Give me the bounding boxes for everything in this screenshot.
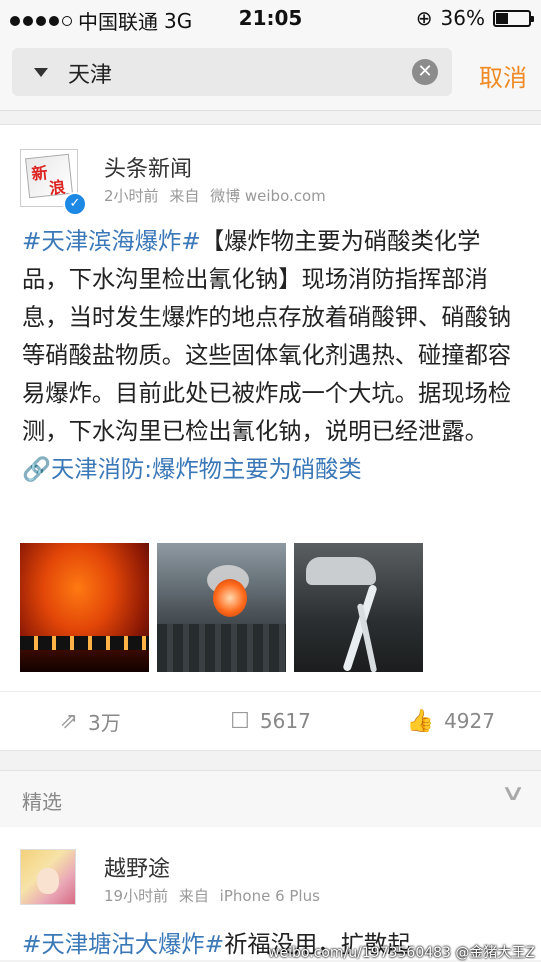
post-text: #天津滨海爆炸#【爆炸物主要为硝酸类化学品，下水沟里检出氰化钠】现场消防指挥部消… [22,223,522,489]
link-icon: 🔗 [22,456,52,483]
status-bar: 中国联通 3G 21:05 ⊕ 36% [0,0,541,36]
comment-button[interactable]: ☐ 5617 [180,692,360,750]
post-source: iPhone 6 Plus [219,887,320,905]
comment-icon: ☐ [230,708,250,734]
article-link[interactable]: 天津消防:爆炸物主要为硝酸类 [51,456,362,483]
search-input[interactable]: 天津 ✕ [12,48,452,96]
post-meta: 19小时前 来自 iPhone 6 Plus [104,885,326,906]
hashtag-link[interactable]: #天津塘沽大爆炸# [22,931,224,958]
fire-night-photo[interactable] [20,543,149,672]
repost-icon: ⇗ [59,708,79,734]
search-type-dropdown-icon[interactable] [34,68,48,77]
explosion-smoke-photo[interactable] [157,543,286,672]
chevron-down-icon[interactable]: ∨ [500,781,526,806]
repost-count: 3万 [88,710,121,735]
cracked-ground-photo[interactable] [294,543,423,672]
avatar[interactable] [20,849,76,905]
hashtag-link[interactable]: #天津滨海爆炸# [22,228,201,255]
post-meta: 2小时前 来自 微博 weibo.com [104,185,332,206]
verified-badge-icon: ✓ [63,192,87,216]
post-time: 2小时前 [104,187,159,205]
search-query[interactable]: 天津 [68,57,112,89]
battery-icon [493,9,534,27]
image-grid [20,543,423,672]
clear-icon[interactable]: ✕ [412,59,438,85]
like-count: 4927 [444,709,495,733]
like-button[interactable]: 👍 4927 [361,692,541,750]
watermark: weibo.com/u/1973560483 @金猪大王Z [268,945,535,961]
author-name[interactable]: 头条新闻 [104,151,192,183]
post-time: 19小时前 [104,887,169,905]
battery-percent: 36% [440,6,485,30]
post-card[interactable]: 越野途 19小时前 来自 iPhone 6 Plus #天津塘沽大爆炸#祈福没用… [0,827,541,961]
thumbs-up-icon: 👍 [406,708,435,734]
featured-label: 精选 [22,790,62,814]
action-bar: ⇗ 3万 ☐ 5617 👍 4927 [0,691,541,750]
status-right: ⊕ 36% [415,6,534,30]
search-bar: 天津 ✕ 取消 [0,36,541,111]
featured-section-header[interactable]: 精选 ∨ [0,770,541,828]
repost-button[interactable]: ⇗ 3万 [0,692,180,750]
source-prefix: 来自 [169,187,200,205]
post-source: 微博 weibo.com [210,187,326,205]
source-prefix: 来自 [178,887,209,905]
cancel-button[interactable]: 取消 [479,58,527,93]
author-name[interactable]: 越野途 [104,851,170,883]
post-body: 【爆炸物主要为硝酸类化学品，下水沟里检出氰化钠】现场消防指挥部消息，当时发生爆炸… [22,228,512,445]
comment-count: 5617 [259,709,311,733]
rotation-lock-icon: ⊕ [415,6,433,30]
sina-logo-icon: 新浪 [25,153,73,199]
post-card[interactable]: 新浪 ✓ 头条新闻 2小时前 来自 微博 weibo.com #天津滨海爆炸#【… [0,124,541,751]
